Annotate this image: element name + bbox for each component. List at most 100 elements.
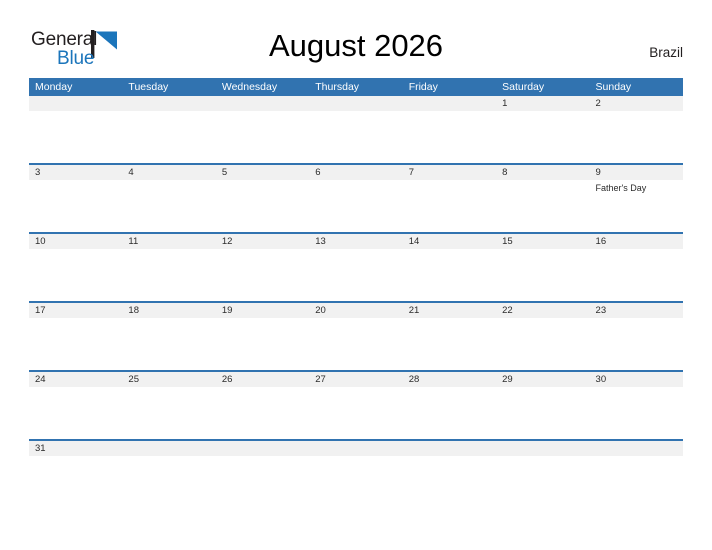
weekday-header-thursday: Thursday xyxy=(315,81,360,93)
week-event-area: Father's Day xyxy=(29,180,683,232)
day-cell-empty xyxy=(403,180,496,232)
day-cell-empty xyxy=(122,318,215,370)
day-number[interactable]: 28 xyxy=(403,372,496,387)
day-number[interactable]: 2 xyxy=(590,96,683,111)
day-number[interactable]: 5 xyxy=(216,165,309,180)
day-cell-empty xyxy=(216,387,309,439)
day-events[interactable]: Father's Day xyxy=(590,180,683,232)
page-title: August 2026 xyxy=(268,28,444,63)
day-cell-empty xyxy=(590,318,683,370)
day-number[interactable]: 29 xyxy=(496,372,589,387)
week-day-number-band: 10 11 12 13 14 15 16 xyxy=(29,234,683,249)
weekday-header-row: Monday Tuesday Wednesday Thursday Friday… xyxy=(29,78,683,96)
day-number[interactable]: 19 xyxy=(216,303,309,318)
day-cell-empty xyxy=(590,387,683,439)
day-number-empty xyxy=(122,441,215,456)
day-cell-empty xyxy=(216,249,309,301)
day-cell-empty xyxy=(590,111,683,163)
calendar-weeks: 1 2 3 4 5 6 7 8 9 Father's Day 10 11 12 13 14 15 16 17 18 1… xyxy=(29,96,683,508)
day-number[interactable]: 26 xyxy=(216,372,309,387)
day-number[interactable]: 15 xyxy=(496,234,589,249)
weekday-header-monday: Monday xyxy=(35,81,73,93)
day-number[interactable]: 20 xyxy=(309,303,402,318)
calendar-week-row: 10 11 12 13 14 15 16 xyxy=(29,234,683,303)
day-cell-empty xyxy=(403,456,496,508)
day-number[interactable]: 31 xyxy=(29,441,122,456)
day-number[interactable]: 8 xyxy=(496,165,589,180)
day-number-empty xyxy=(403,441,496,456)
day-cell-empty xyxy=(122,180,215,232)
day-number[interactable]: 18 xyxy=(122,303,215,318)
day-cell-empty xyxy=(29,111,122,163)
day-cell-empty xyxy=(309,180,402,232)
day-number[interactable]: 24 xyxy=(29,372,122,387)
day-cell-empty xyxy=(496,111,589,163)
day-number[interactable]: 21 xyxy=(403,303,496,318)
page-header: General Blue August 2026 Brazil xyxy=(0,0,712,78)
day-cell-empty xyxy=(122,387,215,439)
week-day-number-band: 24 25 26 27 28 29 30 xyxy=(29,372,683,387)
day-number-empty xyxy=(590,441,683,456)
week-event-area xyxy=(29,387,683,439)
week-day-number-band: 31 xyxy=(29,441,683,456)
day-cell-empty xyxy=(309,318,402,370)
week-event-area xyxy=(29,456,683,508)
day-number[interactable]: 7 xyxy=(403,165,496,180)
week-event-area xyxy=(29,111,683,163)
day-number[interactable]: 11 xyxy=(122,234,215,249)
day-cell-empty xyxy=(403,387,496,439)
day-cell-empty xyxy=(309,456,402,508)
day-number[interactable]: 23 xyxy=(590,303,683,318)
day-number[interactable]: 25 xyxy=(122,372,215,387)
day-number-empty xyxy=(29,96,122,111)
country-label: Brazil xyxy=(649,45,683,60)
weekday-header-saturday: Saturday xyxy=(502,81,545,93)
day-cell-empty xyxy=(496,318,589,370)
weekday-header-sunday: Sunday xyxy=(595,81,632,93)
day-number[interactable]: 27 xyxy=(309,372,402,387)
weekday-header-tuesday: Tuesday xyxy=(128,81,169,93)
day-cell-empty xyxy=(216,180,309,232)
day-cell-empty xyxy=(216,111,309,163)
day-cell-empty xyxy=(29,180,122,232)
calendar-page: General Blue August 2026 Brazil Monday T… xyxy=(0,0,712,550)
day-number-empty xyxy=(216,441,309,456)
day-cell-empty xyxy=(216,456,309,508)
day-number[interactable]: 14 xyxy=(403,234,496,249)
day-number[interactable]: 12 xyxy=(216,234,309,249)
day-cell-empty xyxy=(590,249,683,301)
day-cell-empty xyxy=(122,111,215,163)
day-cell-empty xyxy=(496,249,589,301)
day-cell-empty xyxy=(29,387,122,439)
day-number-empty xyxy=(309,441,402,456)
day-number[interactable]: 13 xyxy=(309,234,402,249)
day-number[interactable]: 10 xyxy=(29,234,122,249)
day-cell-empty xyxy=(496,456,589,508)
event-label: Father's Day xyxy=(595,183,647,193)
day-number-empty xyxy=(216,96,309,111)
day-cell-empty xyxy=(29,318,122,370)
weekday-header-friday: Friday xyxy=(408,81,438,93)
day-cell-empty xyxy=(496,387,589,439)
day-number[interactable]: 4 xyxy=(122,165,215,180)
day-number[interactable]: 1 xyxy=(496,96,589,111)
week-day-number-band: 17 18 19 20 21 22 23 xyxy=(29,303,683,318)
day-number[interactable]: 30 xyxy=(590,372,683,387)
day-number[interactable]: 3 xyxy=(29,165,122,180)
week-event-area xyxy=(29,318,683,370)
day-number[interactable]: 6 xyxy=(309,165,402,180)
week-day-number-band: 12 xyxy=(29,96,683,111)
calendar-grid: Monday Tuesday Wednesday Thursday Friday… xyxy=(29,78,683,508)
day-number[interactable]: 16 xyxy=(590,234,683,249)
week-day-number-band: 3456789 xyxy=(29,165,683,180)
day-number[interactable]: 22 xyxy=(496,303,589,318)
calendar-week-row: 12 xyxy=(29,96,683,165)
day-number-empty xyxy=(403,96,496,111)
day-cell-empty xyxy=(122,456,215,508)
day-cell-empty xyxy=(309,387,402,439)
day-number-empty xyxy=(122,96,215,111)
day-number[interactable]: 17 xyxy=(29,303,122,318)
day-cell-empty xyxy=(403,111,496,163)
day-number[interactable]: 9 xyxy=(590,165,683,180)
day-cell-empty xyxy=(590,456,683,508)
